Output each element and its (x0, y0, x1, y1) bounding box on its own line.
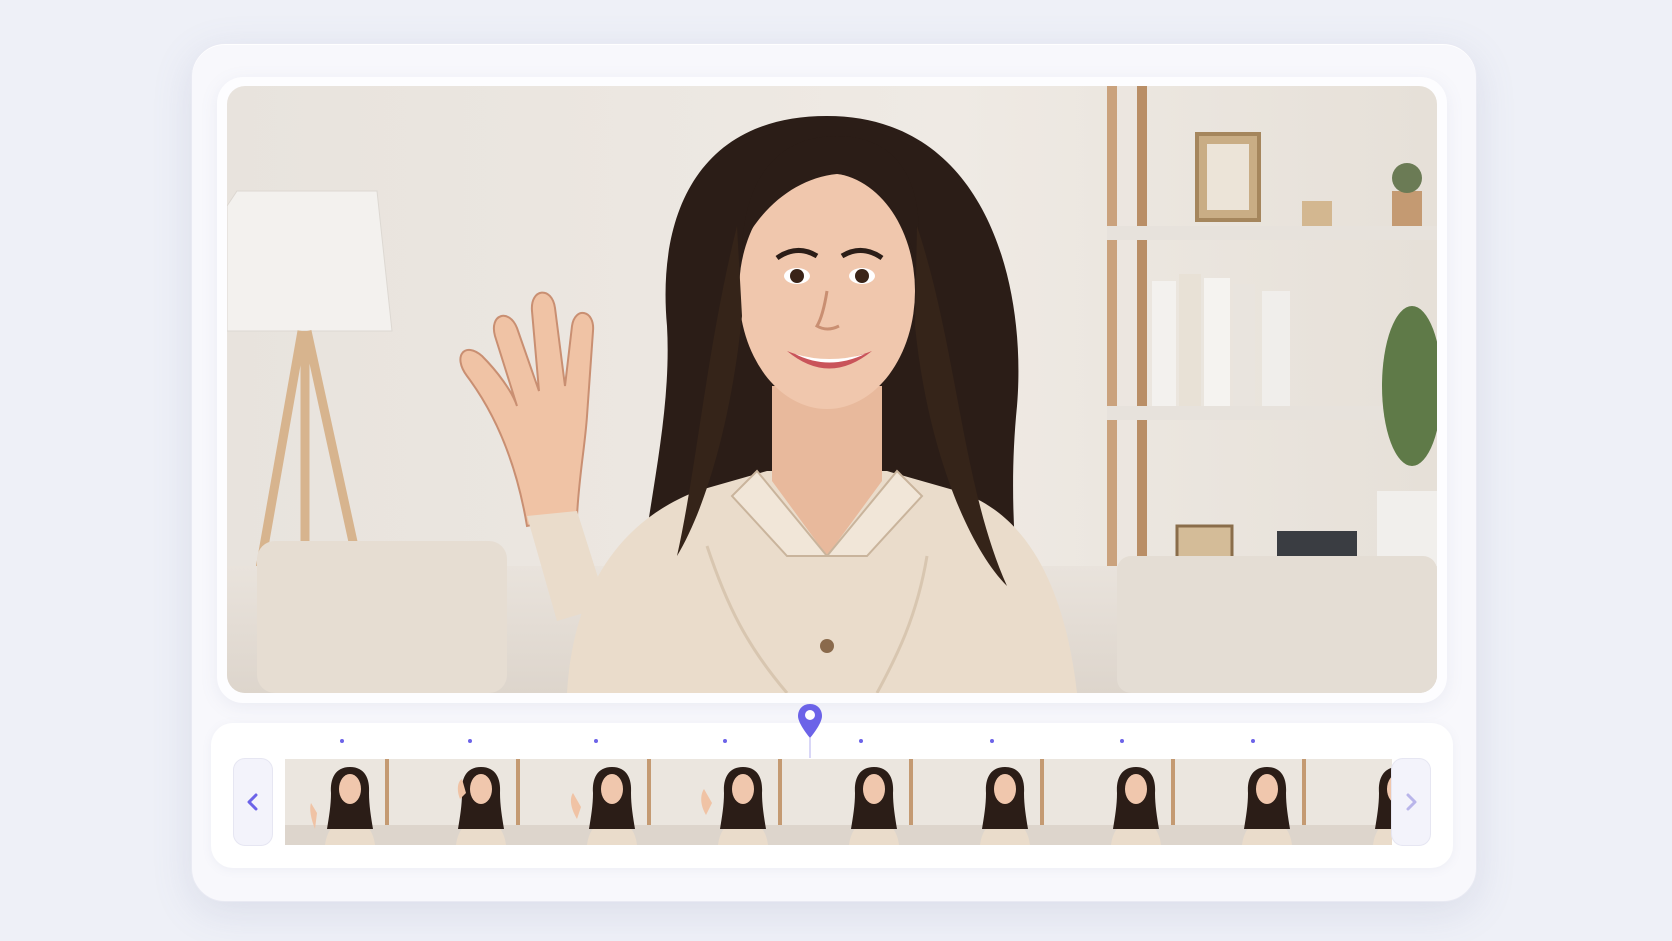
filmstrip-frame[interactable] (1333, 759, 1392, 845)
chevron-right-icon (1406, 793, 1417, 811)
chevron-left-icon (247, 793, 258, 811)
timeline-tick (340, 739, 344, 743)
filmstrip-frame[interactable] (1202, 759, 1333, 845)
filmstrip-next-button[interactable] (1391, 758, 1431, 846)
filmstrip-prev-button[interactable] (233, 758, 273, 846)
frame-thumbnail (285, 759, 416, 845)
frame-thumbnail (547, 759, 678, 845)
video-preview[interactable] (227, 86, 1437, 693)
timeline-tick (723, 739, 727, 743)
filmstrip-frame[interactable] (547, 759, 678, 845)
filmstrip-frame[interactable] (416, 759, 547, 845)
filmstrip-frame[interactable] (1071, 759, 1202, 845)
frame-thumbnail (809, 759, 940, 845)
playhead-marker[interactable] (796, 702, 824, 760)
frame-thumbnail (1202, 759, 1333, 845)
timeline-tick (468, 739, 472, 743)
timeline-tick (1251, 739, 1255, 743)
filmstrip-frame[interactable] (285, 759, 416, 845)
frame-thumbnail (678, 759, 809, 845)
frame-thumbnail (416, 759, 547, 845)
filmstrip-frame[interactable] (940, 759, 1071, 845)
timeline-tick (859, 739, 863, 743)
filmstrip-frame[interactable] (678, 759, 809, 845)
timeline-tick (1120, 739, 1124, 743)
location-pin-icon (798, 704, 822, 758)
frame-thumbnail (1333, 759, 1392, 845)
filmstrip-frame[interactable] (809, 759, 940, 845)
avatar-scene-illustration (227, 86, 1437, 693)
frame-thumbnail (1071, 759, 1202, 845)
filmstrip[interactable] (285, 759, 1392, 845)
frame-thumbnail (940, 759, 1071, 845)
timeline-tick (990, 739, 994, 743)
timeline-tick (594, 739, 598, 743)
